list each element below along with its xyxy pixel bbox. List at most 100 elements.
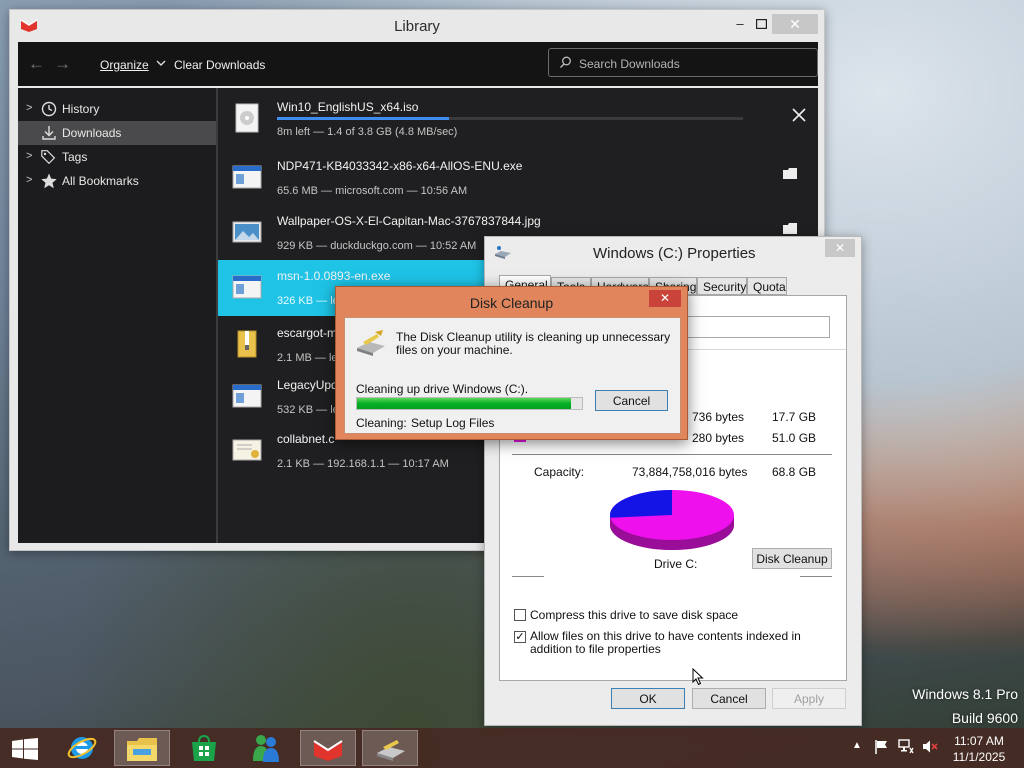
taskbar-file-explorer[interactable] — [114, 730, 170, 766]
tab-security[interactable]: Security — [697, 277, 747, 295]
taskbar-internet-explorer[interactable] — [54, 730, 110, 766]
drive-icon — [493, 245, 513, 264]
apply-button[interactable]: Apply — [772, 688, 846, 709]
certificate-icon — [232, 435, 262, 465]
disk-cleanup-button[interactable]: Disk Cleanup — [752, 548, 832, 569]
sidebar-item-tags[interactable]: > Tags — [18, 145, 216, 169]
os-build-watermark: Build 9600 — [951, 710, 1018, 726]
used-space-gb: 17.7 GB — [772, 410, 817, 424]
index-label: Allow files on this drive to have conten… — [530, 629, 801, 656]
chevron-down-icon[interactable] — [156, 56, 166, 70]
taskbar-library-app[interactable] — [300, 730, 356, 766]
cancel-button[interactable]: Cancel — [692, 688, 766, 709]
sidebar-item-label: All Bookmarks — [62, 174, 139, 188]
disk-cleanup-body: The Disk Cleanup utility is cleaning up … — [344, 317, 681, 434]
executable-icon — [232, 381, 262, 411]
executable-icon — [232, 162, 262, 192]
disk-usage-pie-chart — [608, 484, 736, 555]
store-icon — [190, 734, 218, 765]
clock-icon — [40, 100, 58, 118]
ok-button[interactable]: OK — [611, 688, 685, 709]
cleaning-label: Cleaning: — [356, 416, 407, 430]
download-meta: 532 KB — le — [277, 404, 339, 416]
disk-cleanup-icon — [355, 328, 387, 361]
action-center-flag-icon[interactable] — [874, 739, 888, 757]
taskbar: ▲ 11:07 AM 11/1/2025 — [0, 728, 1024, 768]
expand-arrow-icon[interactable]: > — [26, 174, 32, 186]
maximize-button[interactable] — [752, 14, 770, 34]
library-titlebar[interactable]: Library – ✕ — [10, 10, 824, 42]
search-icon — [559, 56, 572, 72]
sidebar-item-downloads[interactable]: Downloads — [18, 121, 216, 145]
download-meta: 65.6 MB — microsoft.com — 10:56 AM — [277, 185, 468, 197]
capacity-gb: 68.8 GB — [772, 465, 817, 479]
tag-icon — [40, 148, 58, 166]
download-meta: 929 KB — duckduckgo.com — 10:52 AM — [277, 240, 477, 252]
used-space-bytes: 736 bytes — [692, 410, 745, 424]
download-name: collabnet.c — [277, 432, 335, 446]
disk-cleanup-dialog: Disk Cleanup ✕ The Disk Cleanup utility … — [335, 286, 688, 440]
drive-name-field[interactable] — [680, 316, 830, 338]
msn-messenger-icon — [250, 733, 282, 766]
organize-menu[interactable]: Organize — [100, 58, 149, 72]
tab-quota[interactable]: Quota — [747, 277, 787, 295]
volume-muted-icon[interactable] — [922, 739, 938, 757]
download-name: NDP471-KB4033342-x86-x64-AllOS-ENU.exe — [277, 159, 523, 173]
disk-cleanup-icon — [375, 737, 407, 766]
expand-arrow-icon[interactable]: > — [26, 102, 32, 114]
sidebar-item-all-bookmarks[interactable]: > All Bookmarks — [18, 169, 216, 193]
close-button[interactable]: ✕ — [649, 290, 681, 307]
sidebar-item-history[interactable]: > History — [18, 97, 216, 121]
sidebar-item-label: History — [62, 102, 100, 116]
star-icon — [40, 172, 58, 190]
cancel-icon[interactable] — [792, 108, 806, 127]
download-progress-bar — [277, 117, 743, 120]
sidebar-item-label: Tags — [62, 150, 88, 164]
minimize-button[interactable]: – — [726, 14, 754, 34]
download-item[interactable]: NDP471-KB4033342-x86-x64-AllOS-ENU.exe 6… — [218, 150, 818, 206]
download-name: escargot-m — [277, 326, 338, 340]
taskbar-store[interactable] — [176, 730, 232, 766]
mouse-cursor-icon — [692, 667, 704, 689]
back-arrow-icon[interactable]: ← — [28, 54, 45, 74]
download-name: Win10_EnglishUS_x64.iso — [277, 100, 419, 114]
close-button[interactable]: ✕ — [772, 14, 818, 34]
clear-downloads-button[interactable]: Clear Downloads — [174, 58, 265, 72]
taskbar-msn-messenger[interactable] — [238, 730, 294, 766]
close-button[interactable]: ✕ — [825, 239, 855, 257]
show-hidden-icons-icon[interactable]: ▲ — [852, 740, 862, 751]
properties-title: Windows (C:) Properties — [593, 245, 756, 262]
clock-time[interactable]: 11:07 AM — [944, 734, 1014, 748]
cancel-button[interactable]: Cancel — [595, 390, 668, 411]
capacity-bytes: 73,884,758,016 bytes — [632, 465, 748, 479]
compress-checkbox[interactable] — [514, 609, 526, 621]
start-button[interactable] — [0, 730, 50, 766]
forward-arrow-icon[interactable]: → — [54, 54, 71, 74]
image-file-icon — [232, 217, 262, 247]
open-folder-icon[interactable] — [782, 167, 798, 185]
download-name: Wallpaper-OS-X-El-Capitan-Mac-3767837844… — [277, 214, 541, 228]
divider — [800, 576, 832, 577]
library-toolbar: ← → Organize Clear Downloads Search Down… — [18, 42, 818, 86]
download-item[interactable]: Win10_EnglishUS_x64.iso 8m left — 1.4 of… — [218, 91, 818, 147]
search-placeholder: Search Downloads — [579, 57, 680, 71]
download-meta: 2.1 KB — 192.168.1.1 — 10:17 AM — [277, 458, 449, 470]
free-space-bytes: 280 bytes — [692, 431, 745, 445]
free-space-gb: 51.0 GB — [772, 431, 817, 445]
library-title: Library — [394, 18, 440, 35]
internet-explorer-icon — [66, 733, 98, 766]
search-downloads-input[interactable]: Search Downloads — [548, 48, 818, 77]
sidebar-item-label: Downloads — [62, 126, 122, 140]
os-edition-watermark: Windows 8.1 Pro — [912, 686, 1018, 702]
taskbar-disk-cleanup[interactable] — [362, 730, 418, 766]
cleaning-item: Setup Log Files — [411, 416, 495, 430]
expand-arrow-icon[interactable]: > — [26, 150, 32, 162]
download-meta: 2.1 MB — le — [277, 352, 338, 364]
network-icon[interactable] — [898, 739, 914, 757]
download-name: LegacyUpd — [277, 378, 338, 392]
index-checkbox[interactable]: ✓ — [514, 631, 526, 643]
library-app-icon — [313, 736, 343, 765]
divider — [512, 576, 544, 577]
clock-date[interactable]: 11/1/2025 — [944, 750, 1014, 764]
drive-label: Drive C: — [654, 557, 698, 571]
